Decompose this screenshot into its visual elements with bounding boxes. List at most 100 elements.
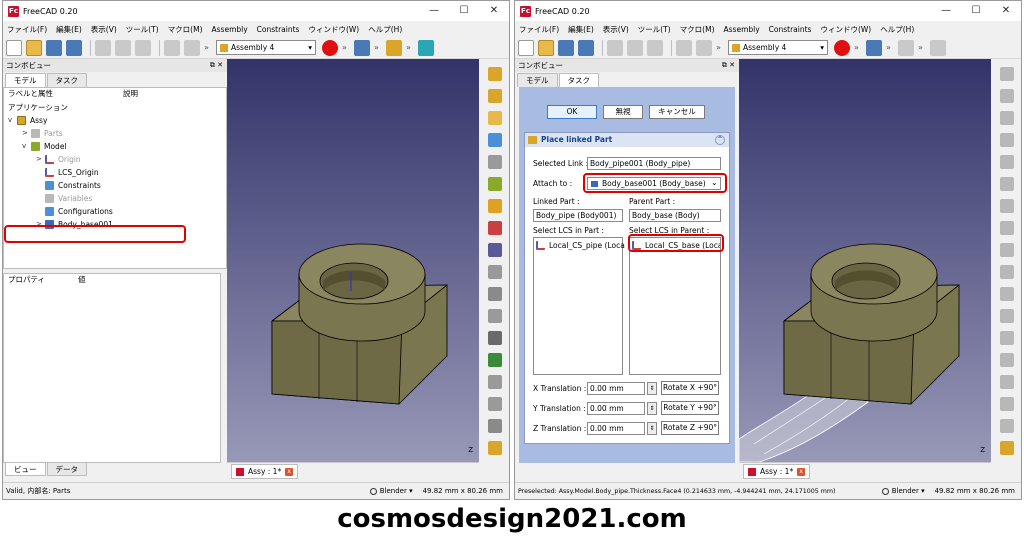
- save-as-icon[interactable]: [66, 39, 82, 56]
- menu-constraints[interactable]: Constraints: [257, 25, 300, 34]
- rotate-x-button[interactable]: Rotate X +90°: [661, 381, 719, 395]
- view-cube-icon[interactable]: [418, 39, 434, 56]
- open-folder-icon[interactable]: [26, 39, 42, 56]
- tree-item-lcs-origin[interactable]: LCS_Origin: [45, 166, 99, 179]
- cut-icon[interactable]: [95, 39, 111, 56]
- insert-nut-icon[interactable]: [1000, 199, 1014, 213]
- new-document-icon[interactable]: [6, 39, 22, 56]
- selected-link-field[interactable]: Body_pipe001 (Body_pipe): [587, 157, 721, 170]
- menu-macro[interactable]: マクロ(M): [168, 24, 203, 35]
- menu-file[interactable]: ファイル(F): [7, 24, 47, 35]
- plane-icon[interactable]: [1000, 265, 1014, 279]
- solve-icon[interactable]: [488, 353, 502, 367]
- z-translation-input[interactable]: 0.00 mm: [587, 422, 645, 435]
- close-icon[interactable]: x: [285, 467, 294, 476]
- place-link-icon[interactable]: [1000, 287, 1014, 301]
- navigation-style-selector[interactable]: Blender ▾: [881, 487, 925, 495]
- menu-tools[interactable]: ツール(T): [126, 24, 159, 35]
- tab-model[interactable]: モデル: [5, 73, 46, 87]
- tree-item-origin[interactable]: > Origin: [36, 153, 81, 166]
- tree-item-assy[interactable]: v Assy: [8, 114, 47, 127]
- tab-model[interactable]: モデル: [517, 73, 558, 87]
- y-translation-stepper[interactable]: ⇕: [647, 402, 657, 415]
- tree-item-configurations[interactable]: Configurations: [45, 205, 113, 218]
- linked-part-field[interactable]: Body_pipe (Body001): [533, 209, 623, 222]
- measure-icon[interactable]: [488, 397, 502, 411]
- menu-edit[interactable]: 編集(E): [56, 24, 82, 35]
- menu-assembly[interactable]: Assembly: [724, 25, 760, 34]
- menu-help[interactable]: ヘルプ(H): [368, 24, 402, 35]
- new-group-icon[interactable]: [488, 111, 502, 125]
- document-tab[interactable]: Assy : 1* x: [743, 464, 811, 479]
- menu-edit[interactable]: 編集(E): [568, 24, 594, 35]
- maximize-button[interactable]: ☐: [449, 1, 479, 21]
- new-body-icon[interactable]: [488, 89, 502, 103]
- open-folder-icon[interactable]: [538, 39, 554, 56]
- collapse-icon[interactable]: ^: [715, 135, 725, 145]
- insert-part-icon[interactable]: [488, 155, 502, 169]
- release-icon[interactable]: [488, 309, 502, 323]
- explode-icon[interactable]: [488, 331, 502, 345]
- menu-help[interactable]: ヘルプ(H): [880, 24, 914, 35]
- menu-constraints[interactable]: Constraints: [769, 25, 812, 34]
- lcs-part-list[interactable]: Local_CS_pipe (Loca: [533, 237, 625, 375]
- rotate-z-button[interactable]: Rotate Z +90°: [661, 421, 719, 435]
- zoom-fit-icon[interactable]: [866, 39, 882, 56]
- toolbar-overflow-icon[interactable]: »: [342, 40, 350, 56]
- new-folder-icon[interactable]: [488, 133, 502, 147]
- tab-data[interactable]: データ: [46, 463, 87, 476]
- cut-icon[interactable]: [607, 39, 623, 56]
- minimize-button[interactable]: —: [419, 1, 449, 21]
- variables-icon[interactable]: [1000, 419, 1014, 433]
- menu-window[interactable]: ウィンドウ(W): [308, 24, 359, 35]
- toolbar-overflow-icon[interactable]: »: [406, 40, 414, 56]
- place-link-icon[interactable]: [488, 287, 502, 301]
- new-model-icon[interactable]: [1000, 67, 1014, 81]
- navigation-style-selector[interactable]: Blender ▾: [369, 487, 413, 495]
- solve-icon[interactable]: [1000, 353, 1014, 367]
- redo-icon[interactable]: [696, 39, 712, 56]
- 3d-view[interactable]: Z: [227, 59, 479, 462]
- x-translation-input[interactable]: 0.00 mm: [587, 382, 645, 395]
- x-translation-stepper[interactable]: ⇕: [647, 382, 657, 395]
- undo-icon[interactable]: [164, 39, 180, 56]
- chevron-right-icon[interactable]: >: [36, 153, 45, 166]
- new-body-icon[interactable]: [1000, 89, 1014, 103]
- ignore-button[interactable]: 無視: [603, 105, 643, 119]
- toolbar-overflow-icon[interactable]: »: [716, 40, 724, 56]
- lcs-icon[interactable]: [1000, 221, 1014, 235]
- menu-macro[interactable]: マクロ(M): [680, 24, 715, 35]
- chevron-down-icon[interactable]: v: [8, 114, 17, 127]
- menu-window[interactable]: ウィンドウ(W): [820, 24, 871, 35]
- explode-icon[interactable]: [1000, 331, 1014, 345]
- new-group-icon[interactable]: [1000, 111, 1014, 125]
- new-document-icon[interactable]: [518, 39, 534, 56]
- menu-tools[interactable]: ツール(T): [638, 24, 671, 35]
- cancel-button[interactable]: キャンセル: [649, 105, 705, 119]
- axis-icon[interactable]: [1000, 243, 1014, 257]
- tree-item-constraints[interactable]: Constraints: [45, 179, 101, 192]
- chevron-down-icon[interactable]: v: [22, 140, 31, 153]
- workbench-selector[interactable]: Assembly 4 ▾: [728, 40, 828, 55]
- lcs-part-item[interactable]: Local_CS_pipe (Loca: [536, 241, 625, 250]
- update-icon[interactable]: [1000, 441, 1014, 455]
- close-button[interactable]: ✕: [479, 1, 509, 21]
- panel-float-close-icon[interactable]: ⧉ ✕: [210, 59, 223, 72]
- toolbar-overflow-icon[interactable]: »: [918, 40, 926, 56]
- ok-button[interactable]: OK: [547, 105, 597, 119]
- measure-icon[interactable]: [1000, 397, 1014, 411]
- chevron-right-icon[interactable]: >: [22, 127, 31, 140]
- toolbar-overflow-icon[interactable]: »: [886, 40, 894, 56]
- save-icon[interactable]: [558, 39, 574, 56]
- tab-task[interactable]: タスク: [558, 73, 599, 87]
- save-icon[interactable]: [46, 39, 62, 56]
- lcs-icon[interactable]: [488, 221, 502, 235]
- tab-task[interactable]: タスク: [46, 73, 87, 87]
- toolbar-overflow-icon[interactable]: »: [374, 40, 382, 56]
- tab-view[interactable]: ビュー: [5, 463, 46, 476]
- insert-screw-icon[interactable]: [1000, 177, 1014, 191]
- variables-icon[interactable]: [488, 419, 502, 433]
- bom-icon[interactable]: [1000, 375, 1014, 389]
- lcs-parent-list[interactable]: Local_CS_base (Loca: [629, 237, 721, 375]
- copy-icon[interactable]: [627, 39, 643, 56]
